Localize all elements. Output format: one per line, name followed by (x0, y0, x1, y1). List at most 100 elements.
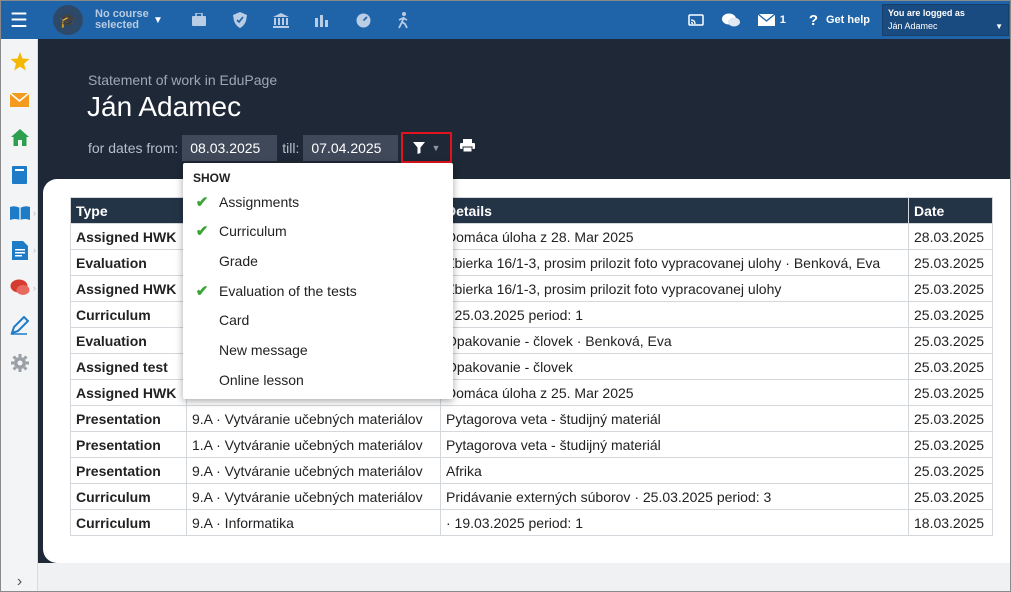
check-icon: ✔ (195, 194, 209, 211)
bank-icon[interactable] (261, 1, 302, 39)
get-help-button[interactable]: ? Get help (795, 12, 882, 29)
hamburger-menu-icon[interactable]: ☰ (1, 1, 37, 39)
pen-icon[interactable] (1, 307, 38, 345)
chevron-right-icon: › (33, 282, 36, 293)
course-selector[interactable]: 🎓 No course selected ▼ (53, 1, 163, 39)
document-icon[interactable]: › (1, 231, 38, 269)
table-row[interactable]: Presentation 9.A · Vytváranie učebných ma… (70, 405, 993, 432)
cell-date: 25.03.2025 (908, 249, 993, 276)
cell-details: Domáca úloha z 28. Mar 2025 (440, 223, 909, 250)
graduation-cap-icon: 🎓 (53, 5, 83, 35)
chat-icon[interactable]: › (1, 269, 38, 307)
sidebar: › › › › (1, 39, 38, 591)
dropdown-heading: SHOW (193, 171, 231, 185)
expand-sidebar-icon[interactable]: › (1, 573, 38, 591)
cell-type: Curriculum (70, 509, 187, 536)
home-icon[interactable] (1, 118, 38, 156)
briefcase-icon[interactable] (179, 1, 220, 39)
column-header-type[interactable]: Type (70, 197, 187, 224)
cell-type: Curriculum (70, 301, 187, 328)
cell-date: 25.03.2025 (908, 379, 993, 406)
app-window: ☰ 🎓 No course selected ▼ 1 ? Get help Yo… (0, 0, 1011, 592)
open-book-icon[interactable]: › (1, 194, 38, 232)
cell-details: Zbierka 16/1-3, prosim prilozit foto vyp… (440, 249, 909, 276)
caret-down-icon: ▼ (431, 142, 441, 153)
cell-date: 18.03.2025 (908, 509, 993, 536)
messages-button[interactable]: 1 (749, 1, 795, 39)
page-subtitle: Statement of work in EduPage (88, 72, 278, 88)
menu-item-label: Grade (219, 253, 258, 269)
table-row[interactable]: Presentation 1.A · Vytváranie učebných ma… (70, 431, 993, 458)
cell-details: Zbierka 16/1-3, prosim prilozit foto vyp… (440, 275, 909, 302)
check-icon: ✔ (195, 223, 209, 240)
walking-icon[interactable] (384, 1, 425, 39)
user-account-dropdown[interactable]: You are logged as Ján Adamec ▼ (882, 4, 1009, 36)
cell-details: · 25.03.2025 period: 1 (440, 301, 909, 328)
cell-details: Pridávanie externých súborov · 25.03.202… (440, 483, 909, 510)
table-row[interactable]: Presentation 9.A · Vytváranie učebných ma… (70, 457, 993, 484)
cell-type: Assigned HWK (70, 379, 187, 406)
column-header-details[interactable]: Details (440, 197, 909, 224)
cell-date: 25.03.2025 (908, 431, 993, 458)
menu-item-assignments[interactable]: ✔ Assignments (183, 188, 453, 216)
cell-subject: 9.A · Vytváranie učebných materiálov (186, 405, 441, 432)
menu-item-new-message[interactable]: New message (183, 336, 453, 364)
menu-item-label: Assignments (219, 194, 300, 210)
cell-type: Assigned test (70, 353, 187, 380)
menu-item-card[interactable]: Card (183, 306, 453, 334)
check-icon: ✔ (195, 283, 209, 300)
dates-till-label: till: (282, 140, 300, 156)
gauge-icon[interactable] (343, 1, 384, 39)
cell-date: 25.03.2025 (908, 327, 993, 354)
envelope-icon[interactable] (1, 81, 38, 119)
menu-item-label: Curriculum (219, 223, 287, 239)
menu-item-grade[interactable]: Grade (183, 247, 453, 275)
date-till-input[interactable]: 07.04.2025 (303, 135, 399, 161)
cell-subject: 9.A · Vytváranie učebných materiálov (186, 483, 441, 510)
date-from-input[interactable]: 08.03.2025 (182, 135, 278, 161)
gear-icon[interactable] (1, 345, 38, 383)
cell-type: Presentation (70, 405, 187, 432)
shield-icon[interactable] (220, 1, 261, 39)
cell-details: Domáca úloha z 25. Mar 2025 (440, 379, 909, 406)
chevron-right-icon: › (33, 207, 36, 218)
cell-date: 25.03.2025 (908, 301, 993, 328)
column-header-date[interactable]: Date (908, 197, 993, 224)
cell-type: Presentation (70, 431, 187, 458)
table-row[interactable]: Curriculum 9.A · Informatika · 19.03.2025 … (70, 509, 993, 536)
cell-details: Opakovanie - človek · Benková, Eva (440, 327, 909, 354)
cast-icon[interactable] (679, 1, 713, 39)
question-icon: ? (808, 11, 818, 29)
logged-label: You are logged as (888, 8, 965, 18)
table-row[interactable]: Curriculum 9.A · Vytváranie učebných mate… (70, 483, 993, 510)
menu-item-curriculum[interactable]: ✔ Curriculum (183, 217, 453, 245)
course-label: No course selected (95, 8, 149, 31)
filter-button[interactable]: ▼ (401, 132, 452, 163)
cell-subject: 9.A · Informatika (186, 509, 441, 536)
cell-type: Evaluation (70, 327, 187, 354)
cell-type: Presentation (70, 457, 187, 484)
menu-item-online-lesson[interactable]: Online lesson (183, 366, 453, 394)
cell-date: 25.03.2025 (908, 353, 993, 380)
cell-date: 25.03.2025 (908, 275, 993, 302)
envelope-icon (757, 14, 775, 26)
filter-icon (412, 141, 425, 154)
cell-details: Pytagorova veta - študijný materiál (440, 431, 909, 458)
cell-details: Pytagorova veta - študijný materiál (440, 405, 909, 432)
cell-date: 28.03.2025 (908, 223, 993, 250)
messages-count: 1 (779, 14, 786, 26)
caret-down-icon: ▼ (995, 22, 1003, 31)
cell-date: 25.03.2025 (908, 457, 993, 484)
bar-chart-icon[interactable] (302, 1, 343, 39)
star-icon[interactable] (1, 43, 38, 81)
cell-date: 25.03.2025 (908, 405, 993, 432)
get-help-label: Get help (825, 14, 870, 26)
menu-item-evaluation-of-tests[interactable]: ✔ Evaluation of the tests (183, 277, 453, 305)
chat-bubbles-icon[interactable] (713, 1, 749, 39)
cell-type: Evaluation (70, 249, 187, 276)
date-range: for dates from: 08.03.2025 till: 07.04.2… (88, 135, 399, 161)
page-background (38, 563, 1010, 591)
cell-type: Curriculum (70, 483, 187, 510)
book-icon[interactable] (1, 156, 38, 194)
print-icon[interactable] (460, 139, 475, 155)
